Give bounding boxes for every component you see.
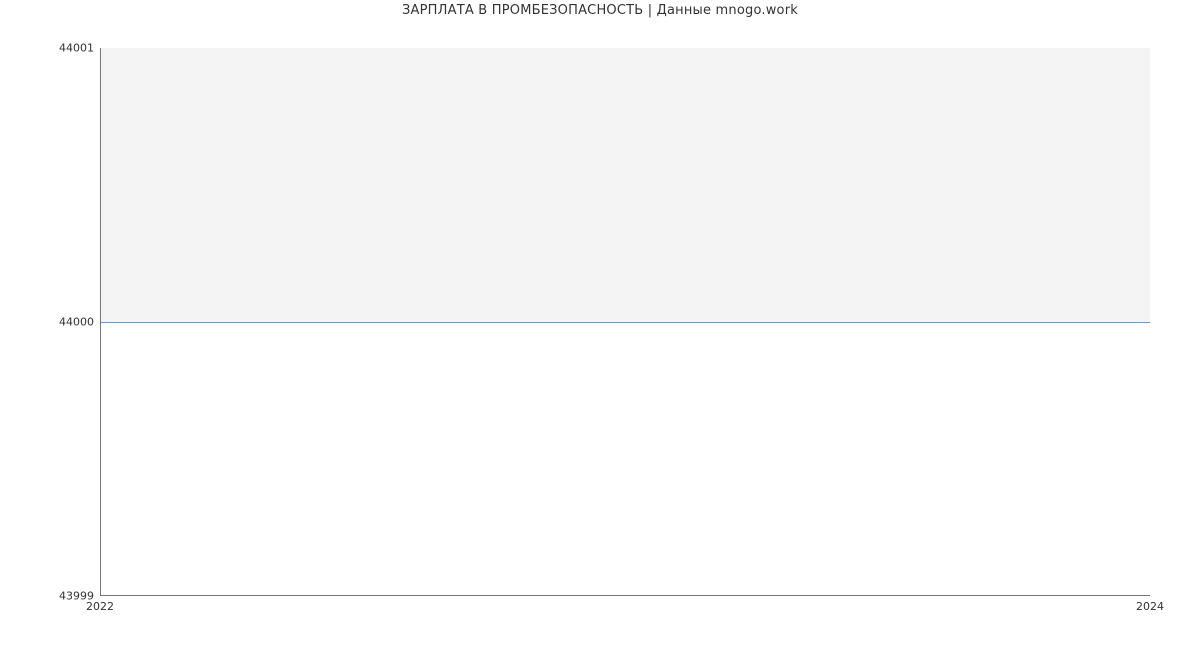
y-tick-label: 44000 (59, 316, 94, 329)
x-tick-label: 2024 (1136, 600, 1164, 613)
y-tick-label: 44001 (59, 42, 94, 55)
grid-band (101, 48, 1150, 322)
plot-area (100, 48, 1150, 596)
x-tick-label: 2022 (86, 600, 114, 613)
salary-chart: ЗАРПЛАТА В ПРОМБЕЗОПАСНОСТЬ | Данные mno… (0, 0, 1200, 650)
data-line (101, 322, 1150, 323)
chart-title: ЗАРПЛАТА В ПРОМБЕЗОПАСНОСТЬ | Данные mno… (0, 3, 1200, 18)
